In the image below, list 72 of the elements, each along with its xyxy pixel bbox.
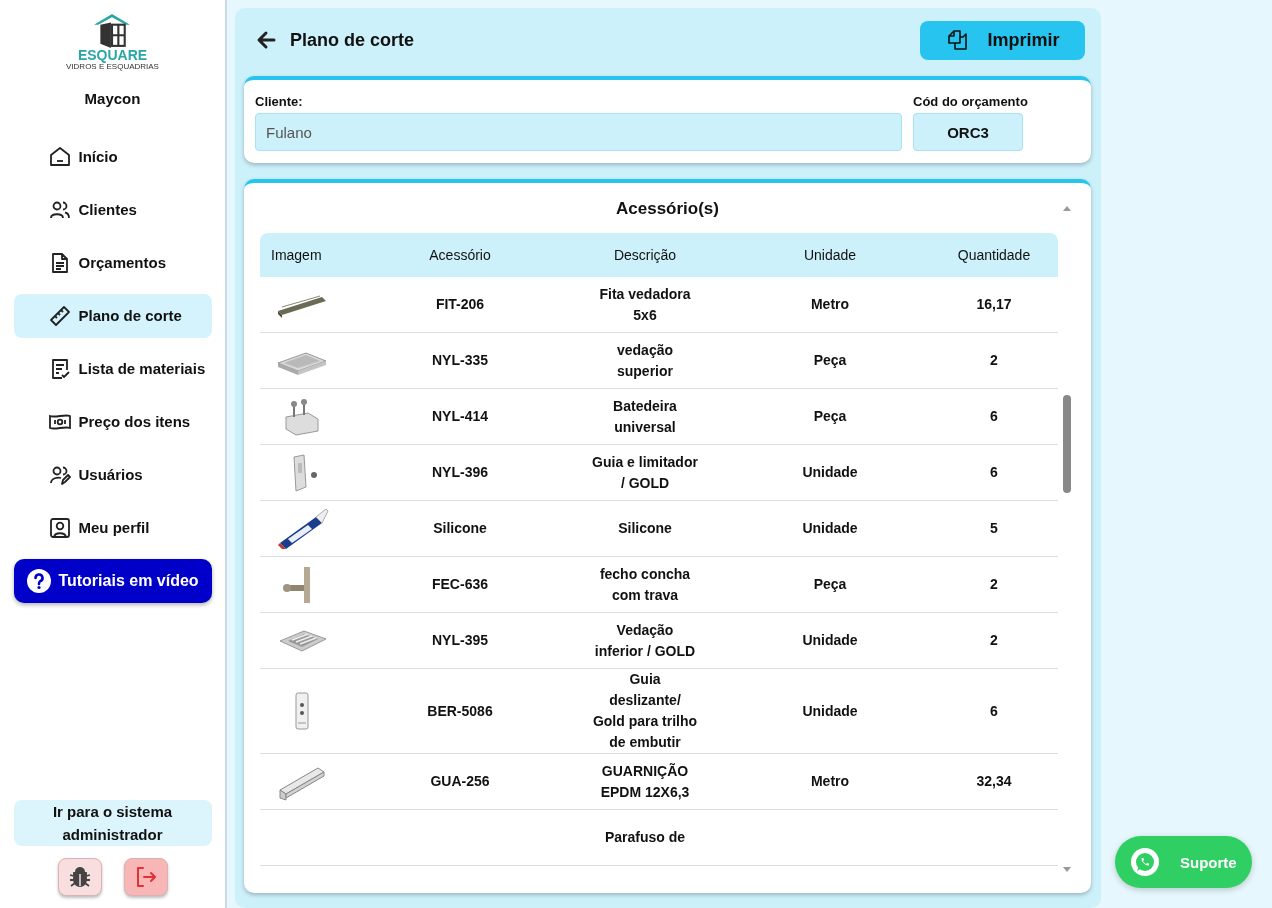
table-cell: Metro [810, 773, 850, 789]
sidebar-item[interactable]: Clientes [13, 187, 212, 232]
bug-report-button[interactable] [57, 858, 102, 896]
table-cell: 2 [990, 352, 998, 368]
table-cell: Fita vedadora 5x6 [599, 285, 691, 323]
sidebar-item[interactable]: Lista de materiais [13, 346, 212, 391]
table-cell: fecho concha com trava [599, 565, 691, 603]
logout-button[interactable] [123, 858, 168, 896]
table-cell: FIT-206 [435, 296, 485, 312]
table-cell: BER-5086 [427, 702, 493, 719]
column-header: Unidade [802, 245, 858, 265]
table-title: Acessório(s) [615, 199, 720, 219]
table-cell: Guia deslizante/ Gold para trilho de embutir [592, 671, 698, 750]
admin-link[interactable]: Ir para o sistema administrador [13, 800, 212, 846]
table-cell: Peça [813, 576, 847, 592]
table-cell: NYL-395 [432, 632, 488, 648]
table-cell: Batedeira universal [613, 397, 677, 435]
table-cell: Silicone [618, 520, 672, 536]
table-cell: Unidade [802, 632, 858, 648]
table-cell: NYL-414 [432, 408, 488, 424]
table-cell: 32,34 [976, 773, 1012, 789]
column-header: Acessório [428, 245, 492, 265]
table-cell: 2 [990, 576, 998, 592]
sidebar-item[interactable]: Preço dos itens [13, 399, 212, 444]
table-cell: Unidade [802, 464, 858, 480]
table-cell: Metro [810, 296, 850, 312]
sidebar-item[interactable]: Meu perfil [13, 505, 212, 550]
table-cell: Vedação inferior / GOLD [594, 621, 696, 659]
table-cell: 6 [990, 464, 998, 480]
table-cell: Silicone [433, 520, 487, 536]
table-cell: NYL-396 [432, 464, 488, 480]
table-cell: 2 [990, 632, 998, 648]
table-cell: Guia e limitador / GOLD [592, 453, 698, 491]
table-cell: Unidade [802, 702, 858, 719]
sidebar-item[interactable]: Início [13, 134, 212, 179]
ruler-icon [47, 303, 72, 328]
client-field[interactable]: Fulano [255, 113, 902, 151]
tutorial-button[interactable]: Tutoriais em vídeo [13, 558, 212, 603]
bug-icon [67, 865, 92, 889]
page-title: Plano de corte [290, 29, 415, 51]
back-arrow-icon[interactable] [256, 30, 276, 50]
table-cell: Parafuso de [604, 829, 686, 845]
table-cell: Unidade [802, 520, 858, 536]
table-cell: 5 [990, 520, 998, 536]
table-cell: vedação superior [616, 341, 673, 379]
logo-name: ESQUARE [77, 48, 148, 62]
print-button[interactable]: Imprimir [920, 20, 1085, 60]
table-cell: 6 [990, 702, 998, 719]
sidebar-item[interactable]: Orçamentos [13, 240, 212, 285]
table-cell: Peça [813, 408, 847, 424]
table-cell: Peça [813, 352, 847, 368]
profile-icon [47, 515, 72, 540]
table-cell: NYL-335 [432, 352, 488, 368]
help-icon [26, 567, 53, 594]
logo-tagline: VIDROS E ESQUADRIAS [66, 62, 159, 72]
table-cell: 6 [990, 408, 998, 424]
table-cell: GUA-256 [430, 773, 490, 789]
sidebar-item[interactable]: Plano de corte [13, 293, 212, 338]
quote-code-label: Cód do orçamento [913, 94, 1028, 109]
sidebar-item[interactable]: Usuários [13, 452, 212, 497]
chat-phone-icon [1130, 847, 1160, 877]
column-header: Quantidade [956, 245, 1032, 265]
user-name: Maycon [84, 89, 141, 107]
column-header: Descrição [612, 245, 678, 265]
table-cell: FEC-636 [432, 576, 488, 592]
column-header: Imagem [270, 245, 323, 265]
table-cell: GUARNIÇÃO EPDM 12X6,3 [600, 762, 690, 800]
client-label: Cliente: [255, 94, 304, 109]
table-cell: 16,17 [976, 296, 1012, 312]
quote-code-field[interactable]: ORC3 [913, 113, 1023, 151]
home-icon [47, 144, 72, 169]
copy-icon [945, 28, 970, 52]
